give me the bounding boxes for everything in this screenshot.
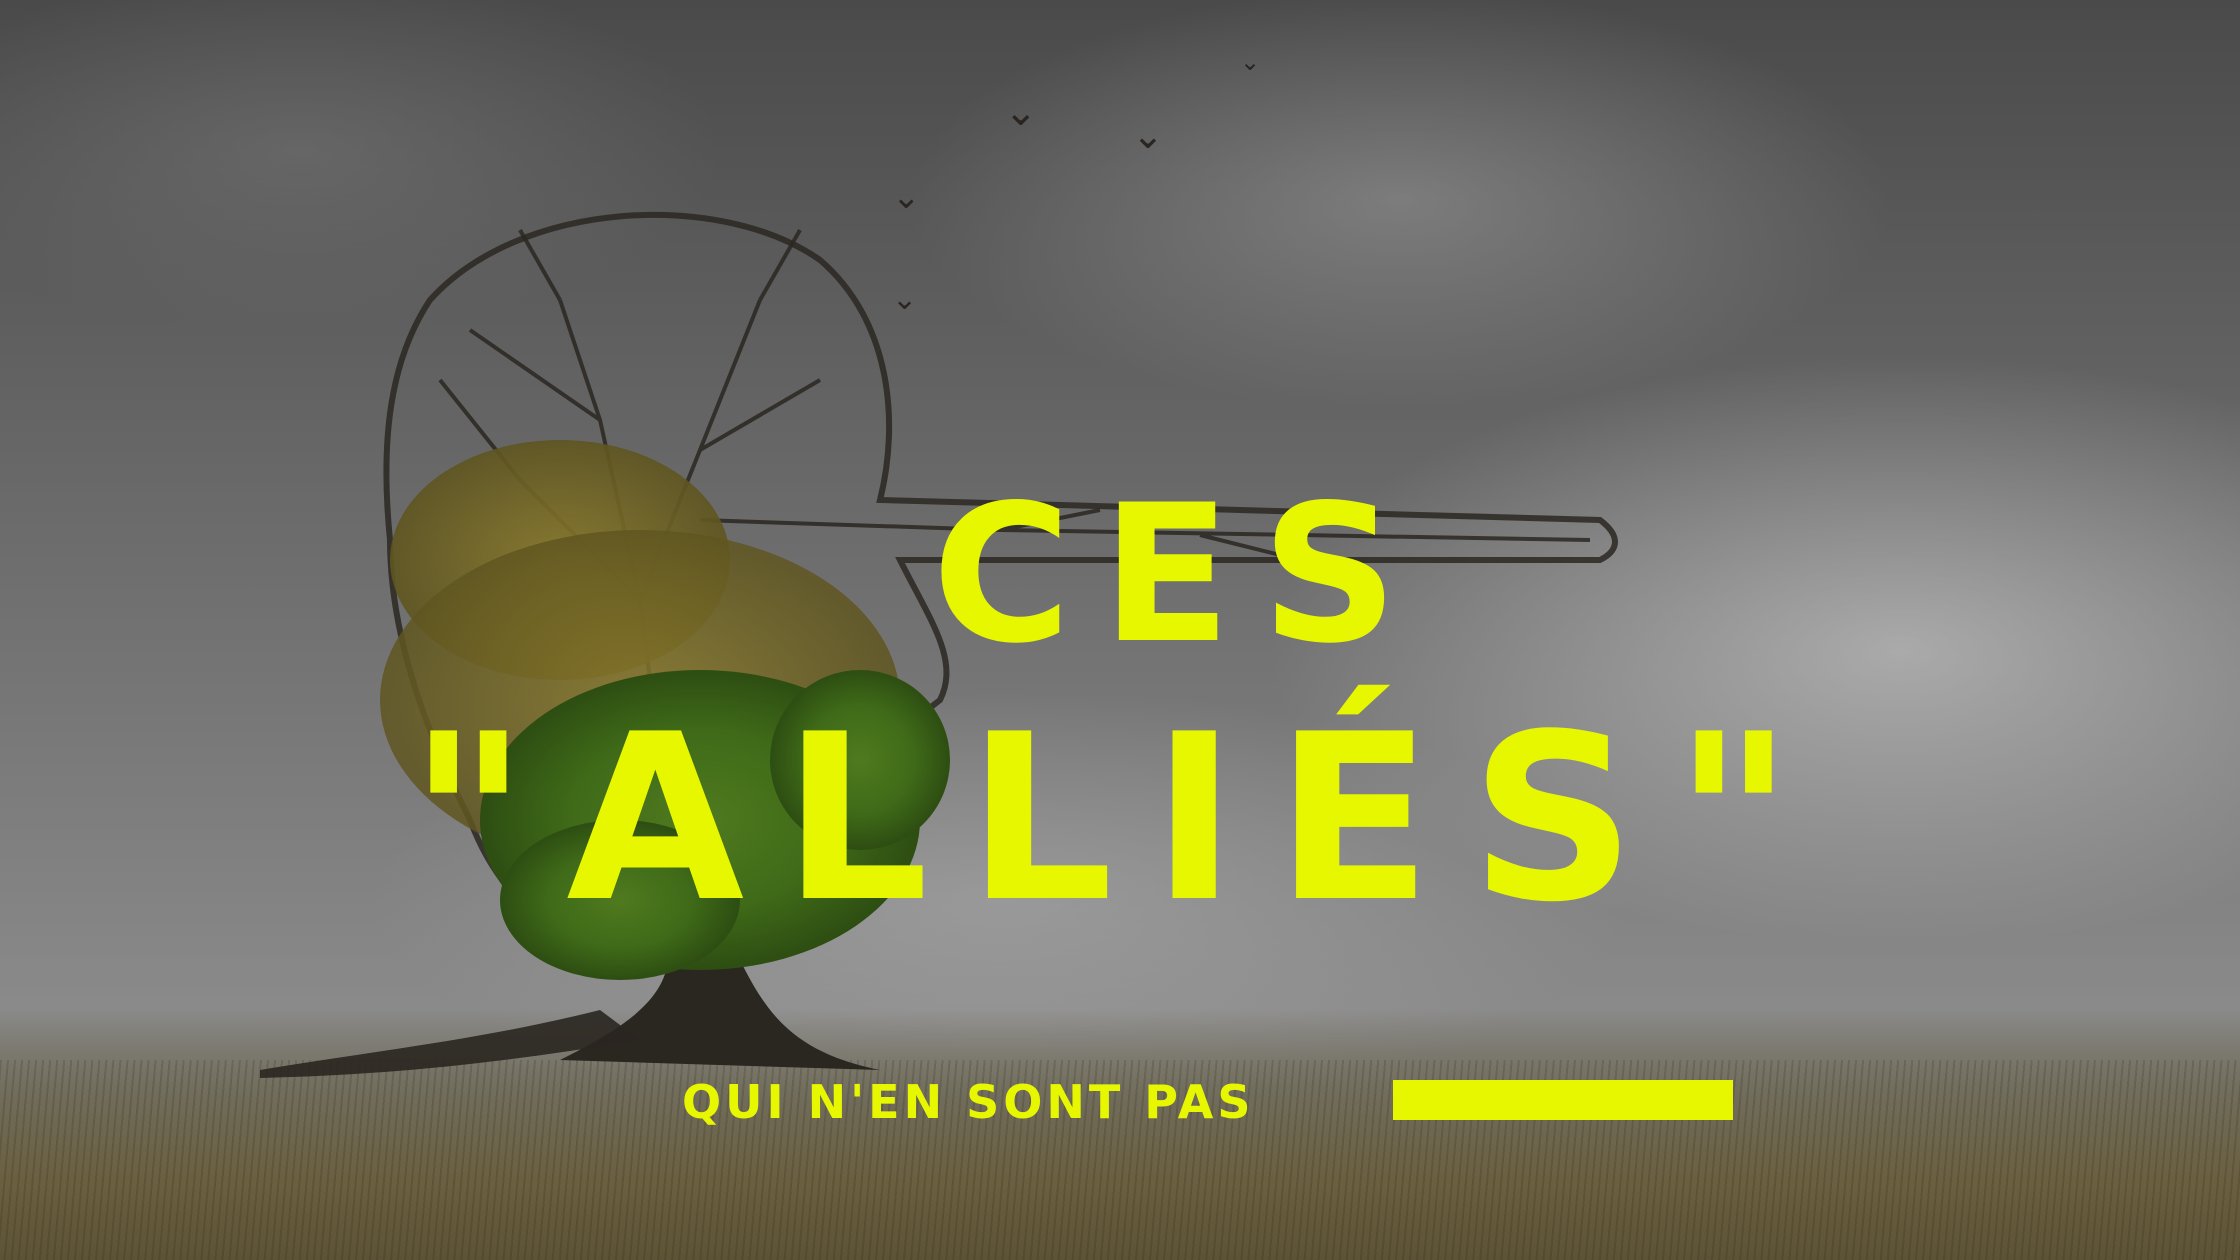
accent-bar xyxy=(1393,1080,1733,1120)
bird-icon: ⌄ xyxy=(1240,48,1261,76)
bird-icon: ⌄ xyxy=(1132,113,1164,157)
headline-line-1: CES xyxy=(931,464,1429,685)
poster: ⌄ ⌄ ⌄ ⌄ ⌄ CES "ALLIÉS" QUI N'EN SONT PAS xyxy=(0,0,2240,1260)
bird-icon: ⌄ xyxy=(892,282,918,317)
bird-icon: ⌄ xyxy=(892,177,921,217)
headline-line-2: "ALLIÉS" xyxy=(408,686,1832,953)
subtitle: QUI N'EN SONT PAS xyxy=(682,1075,1255,1129)
bird-icon: ⌄ xyxy=(1004,89,1038,135)
